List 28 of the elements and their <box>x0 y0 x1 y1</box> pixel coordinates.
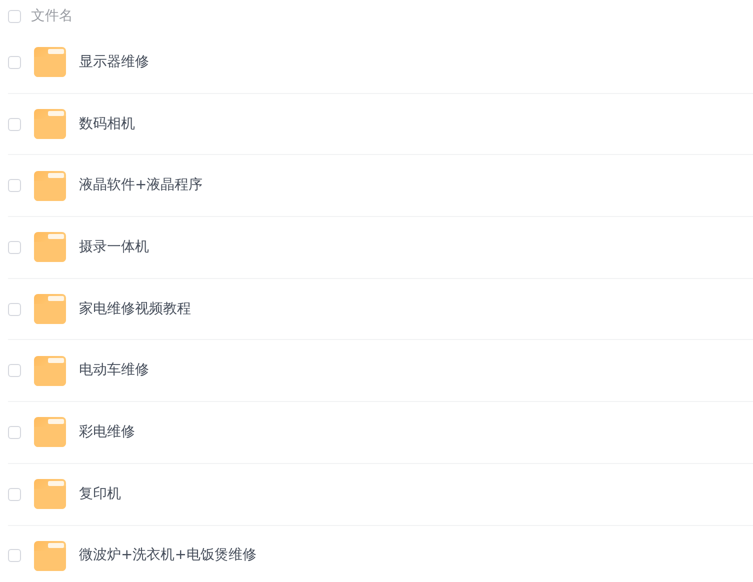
folder-icon <box>34 540 66 572</box>
folder-name[interactable]: 彩电维修 <box>79 422 135 443</box>
folder-icon <box>34 231 66 264</box>
folder-name[interactable]: 复印机 <box>79 484 121 505</box>
folder-icon <box>34 170 66 202</box>
folder-icon <box>34 46 66 78</box>
folder-icon <box>34 108 66 140</box>
checkbox[interactable] <box>8 118 21 131</box>
folder-name[interactable]: 家电维修视频教程 <box>79 298 191 320</box>
folder-name[interactable]: 微波炉+洗衣机+电饭煲维修 <box>79 545 256 566</box>
folder-icon <box>34 354 66 387</box>
checkbox[interactable] <box>8 302 21 316</box>
folder-name[interactable]: 电动车维修 <box>79 360 149 382</box>
folder-name[interactable]: 数码相机 <box>79 114 135 135</box>
checkbox[interactable] <box>8 179 21 192</box>
checkbox[interactable] <box>8 240 21 254</box>
checkbox[interactable] <box>8 56 21 69</box>
checkbox[interactable] <box>8 364 21 378</box>
checkbox[interactable] <box>8 426 21 439</box>
folder-icon <box>34 416 66 448</box>
checkbox[interactable] <box>8 549 21 562</box>
folder-name[interactable]: 摄录一体机 <box>79 236 149 258</box>
checkbox[interactable] <box>8 10 21 22</box>
folder-name[interactable]: 显示器维修 <box>79 52 149 73</box>
folder-name[interactable]: 液晶软件+液晶程序 <box>79 175 203 196</box>
folder-icon <box>34 478 66 510</box>
folder-icon <box>34 293 66 326</box>
checkbox[interactable] <box>8 488 21 501</box>
